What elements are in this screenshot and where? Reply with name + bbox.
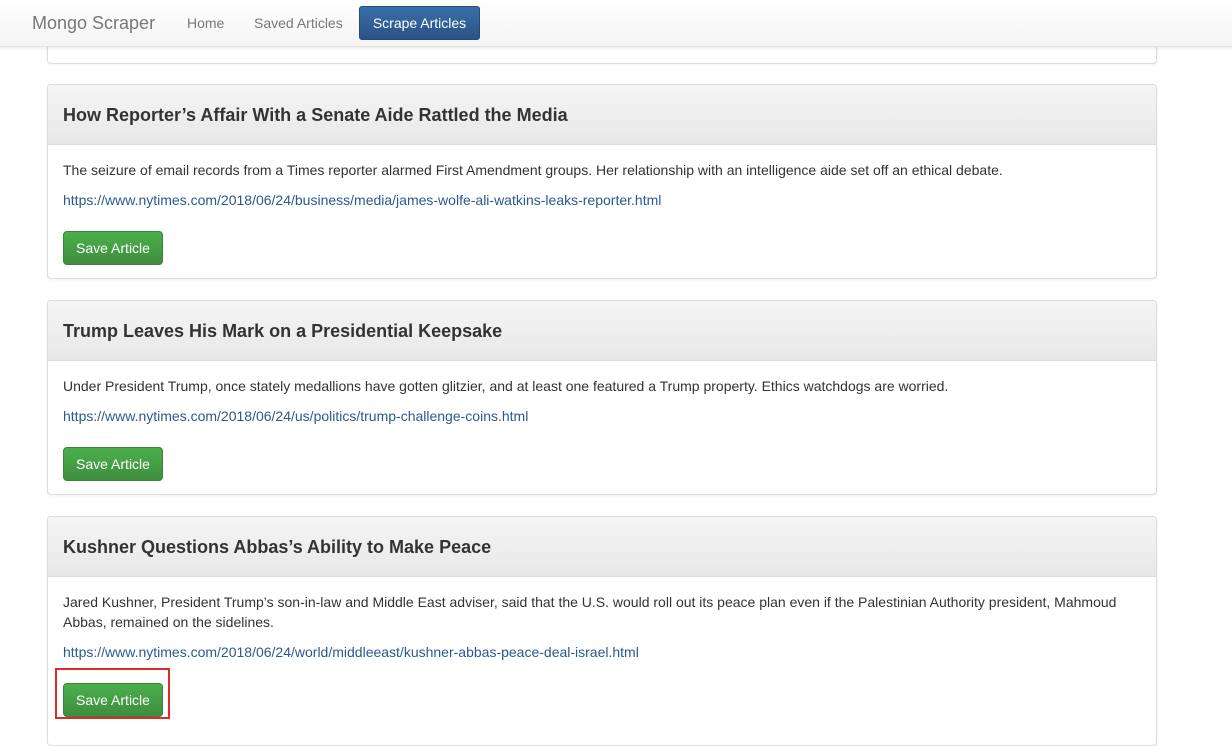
article-link[interactable]: https://www.nytimes.com/2018/06/24/us/po… — [63, 406, 1141, 426]
article-panel: How Reporter’s Affair With a Senate Aide… — [47, 84, 1157, 279]
article-body: The seizure of email records from a Time… — [48, 145, 1156, 265]
article-link[interactable]: https://www.nytimes.com/2018/06/24/busin… — [63, 190, 1141, 210]
brand-link[interactable]: Mongo Scraper — [32, 12, 155, 34]
nav-saved-articles-link[interactable]: Saved Articles — [254, 14, 343, 32]
navbar: Mongo Scraper Home Saved Articles Scrape… — [0, 0, 1232, 47]
article-title: Kushner Questions Abbas’s Ability to Mak… — [63, 537, 492, 557]
article-summary: Jared Kushner, President Trump’s son-in-… — [63, 594, 1117, 630]
article-panel: Trump Leaves His Mark on a Presidential … — [47, 300, 1157, 495]
article-summary: The seizure of email records from a Time… — [63, 162, 1003, 178]
scrape-articles-button[interactable]: Scrape Articles — [359, 6, 480, 40]
article-summary: Under President Trump, once stately meda… — [63, 378, 949, 394]
article-body: Jared Kushner, President Trump’s son-in-… — [48, 577, 1156, 717]
article-panel: Kushner Questions Abbas’s Ability to Mak… — [47, 516, 1157, 746]
nav-home-link[interactable]: Home — [187, 14, 224, 32]
article-title: Trump Leaves His Mark on a Presidential … — [63, 321, 503, 341]
article-body: Under President Trump, once stately meda… — [48, 361, 1156, 481]
save-article-button[interactable]: Save Article — [63, 231, 163, 265]
article-heading: Kushner Questions Abbas’s Ability to Mak… — [48, 517, 1156, 577]
article-link[interactable]: https://www.nytimes.com/2018/06/24/world… — [63, 642, 1141, 662]
highlight-box — [55, 668, 170, 719]
article-heading: Trump Leaves His Mark on a Presidential … — [48, 301, 1156, 361]
article-title: How Reporter’s Affair With a Senate Aide… — [63, 105, 568, 125]
save-article-button[interactable]: Save Article — [63, 447, 163, 481]
article-heading: How Reporter’s Affair With a Senate Aide… — [48, 85, 1156, 145]
